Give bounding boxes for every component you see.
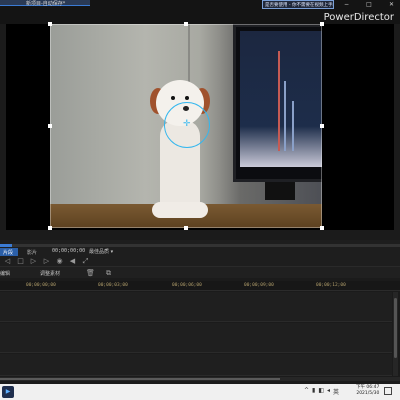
- ruler-tick: 00;00;00;00: [26, 283, 56, 288]
- clip-mode-button[interactable]: 片段: [0, 248, 18, 256]
- movie-mode-button[interactable]: 影片: [24, 248, 44, 256]
- vertical-scroll-thumb[interactable]: [394, 298, 397, 358]
- editing-toolbar: 编辑 调整素材 🗑 ⧉: [0, 266, 400, 278]
- timeline-track[interactable]: [0, 354, 392, 376]
- volume-icon[interactable]: ◀: [69, 258, 76, 265]
- preview-window[interactable]: ✛: [6, 22, 394, 230]
- system-tray: ^ ▮ ◧ ◂ 英: [304, 387, 339, 396]
- delete-icon[interactable]: 🗑: [86, 269, 95, 277]
- playback-progress[interactable]: [0, 244, 400, 247]
- timeline-track[interactable]: [0, 323, 392, 353]
- resize-handle[interactable]: [184, 226, 188, 230]
- language-icon[interactable]: 英: [333, 387, 339, 396]
- horizontal-scroll-thumb[interactable]: [0, 378, 280, 380]
- document-name: 新项目-自动保存*: [26, 1, 66, 7]
- app-brand: PowerDirector: [323, 12, 394, 23]
- minimize-button[interactable]: −: [344, 1, 349, 8]
- title-bar: 新项目-自动保存* 是否要使用 - 你不需要在视频上手机可以播放。 − □ ✕ …: [0, 0, 400, 24]
- battery-icon[interactable]: ▮: [312, 387, 315, 396]
- quality-select[interactable]: 最佳品质 ▾: [89, 248, 113, 255]
- timeline-horizontal-scrollbar[interactable]: [0, 377, 400, 381]
- adjust-clip-button[interactable]: 调整素材: [40, 270, 60, 277]
- resize-handle[interactable]: [320, 22, 324, 26]
- network-icon[interactable]: ◧: [318, 387, 324, 396]
- powerdirector-window: 新项目-自动保存* 是否要使用 - 你不需要在视频上手机可以播放。 − □ ✕ …: [0, 0, 400, 384]
- ruler-tick: 00;00;06;00: [172, 283, 202, 288]
- stop-icon[interactable]: □: [17, 258, 24, 265]
- ruler-tick: 00;00;03;00: [98, 283, 128, 288]
- playback-progress-fill: [0, 244, 12, 247]
- play-icon[interactable]: ▷: [30, 258, 37, 265]
- transport-buttons: ◁ □ ▷ ▷ ◉ ◀ ⤢: [4, 258, 89, 265]
- notification-icon[interactable]: [384, 387, 392, 395]
- ruler-tick: 00;00;12;00: [316, 283, 346, 288]
- window-controls: − □ ✕: [340, 0, 398, 9]
- next-frame-icon[interactable]: ▷: [43, 258, 50, 265]
- resize-handle[interactable]: [184, 22, 188, 26]
- maximize-button[interactable]: □: [366, 1, 372, 8]
- selection-frame: [50, 24, 322, 228]
- resize-handle[interactable]: [48, 226, 52, 230]
- export-frame-icon[interactable]: ⧉: [106, 269, 111, 278]
- fullscreen-icon[interactable]: ⤢: [82, 258, 89, 265]
- timeline-track[interactable]: [0, 292, 392, 322]
- snapshot-icon[interactable]: ◉: [56, 258, 63, 265]
- timeline-vertical-scrollbar[interactable]: [393, 292, 398, 376]
- timeline-ruler[interactable]: 00;00;00;00 00;00;03;00 00;00;06;00 00;0…: [0, 281, 400, 291]
- timecode-display[interactable]: 00;00;00;00: [52, 248, 85, 254]
- resize-handle[interactable]: [48, 22, 52, 26]
- clock[interactable]: 下午 06:47 2021/5/30: [356, 385, 379, 397]
- resize-handle[interactable]: [320, 124, 324, 128]
- notification-banner[interactable]: 是否要使用 - 你不需要在视频上手机可以播放。: [262, 0, 334, 9]
- chevron-up-icon[interactable]: ^: [304, 387, 309, 396]
- windows-taskbar: ▶ ^ ▮ ◧ ◂ 英 下午 06:47 2021/5/30: [0, 384, 400, 400]
- edit-tab[interactable]: 编辑: [0, 270, 10, 277]
- ruler-tick: 00;00;09;00: [244, 283, 274, 288]
- resize-handle[interactable]: [320, 226, 324, 230]
- powerdirector-taskbar-icon[interactable]: ▶: [2, 386, 14, 398]
- close-button[interactable]: ✕: [389, 1, 394, 8]
- previous-frame-icon[interactable]: ◁: [4, 258, 11, 265]
- volume-icon[interactable]: ◂: [327, 387, 330, 396]
- resize-handle[interactable]: [48, 124, 52, 128]
- clock-date: 2021/5/30: [356, 391, 380, 396]
